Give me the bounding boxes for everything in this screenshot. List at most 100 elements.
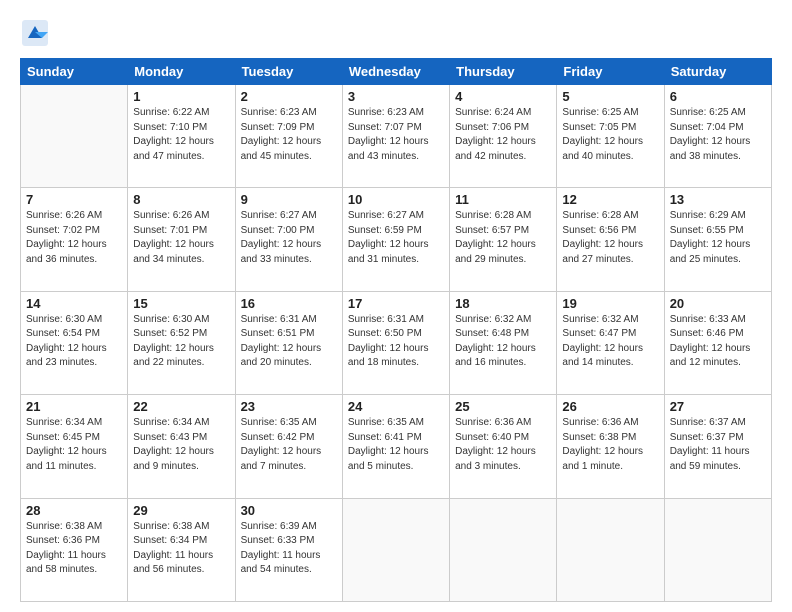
- weekday-thursday: Thursday: [450, 59, 557, 85]
- day-info: Sunrise: 6:32 AM Sunset: 6:47 PM Dayligh…: [562, 313, 658, 371]
- week-row-0: 1 Sunrise: 6:22 AM Sunset: 7:10 PM Daylig…: [21, 85, 772, 188]
- day-cell: 22 Sunrise: 6:34 AM Sunset: 6:43 PM Dayli…: [128, 395, 235, 498]
- day-cell: 2 Sunrise: 6:23 AM Sunset: 7:09 PM Daylig…: [235, 85, 342, 188]
- day-number: 14: [26, 296, 122, 311]
- logo-icon: [20, 18, 50, 48]
- day-cell: 11Sunrise: 6:28 AM Sunset: 6:57 PM Dayli…: [450, 188, 557, 291]
- day-info: Sunrise: 6:28 AM Sunset: 6:56 PM Dayligh…: [562, 209, 658, 267]
- weekday-wednesday: Wednesday: [342, 59, 449, 85]
- day-info: Sunrise: 6:25 AM Sunset: 7:04 PM Dayligh…: [670, 106, 766, 164]
- day-info: Sunrise: 6:34 AM Sunset: 6:43 PM Dayligh…: [133, 416, 229, 474]
- day-cell: 4 Sunrise: 6:24 AM Sunset: 7:06 PM Daylig…: [450, 85, 557, 188]
- day-cell: 8 Sunrise: 6:26 AM Sunset: 7:01 PM Daylig…: [128, 188, 235, 291]
- day-number: 13: [670, 192, 766, 207]
- day-cell: 17 Sunrise: 6:31 AM Sunset: 6:50 PM Dayli…: [342, 291, 449, 394]
- weekday-monday: Monday: [128, 59, 235, 85]
- day-info: Sunrise: 6:35 AM Sunset: 6:41 PM Dayligh…: [348, 416, 444, 474]
- weekday-tuesday: Tuesday: [235, 59, 342, 85]
- week-row-1: 7 Sunrise: 6:26 AM Sunset: 7:02 PM Daylig…: [21, 188, 772, 291]
- week-row-2: 14 Sunrise: 6:30 AM Sunset: 6:54 PM Dayli…: [21, 291, 772, 394]
- day-info: Sunrise: 6:32 AM Sunset: 6:48 PM Dayligh…: [455, 313, 551, 371]
- day-info: Sunrise: 6:34 AM Sunset: 6:45 PM Dayligh…: [26, 416, 122, 474]
- day-number: 30: [241, 503, 337, 518]
- day-cell: 14 Sunrise: 6:30 AM Sunset: 6:54 PM Dayli…: [21, 291, 128, 394]
- weekday-header-row: SundayMondayTuesdayWednesdayThursdayFrid…: [21, 59, 772, 85]
- day-info: Sunrise: 6:36 AM Sunset: 6:40 PM Dayligh…: [455, 416, 551, 474]
- day-number: 16: [241, 296, 337, 311]
- day-cell: [664, 498, 771, 601]
- day-cell: [557, 498, 664, 601]
- weekday-friday: Friday: [557, 59, 664, 85]
- day-info: Sunrise: 6:24 AM Sunset: 7:06 PM Dayligh…: [455, 106, 551, 164]
- day-info: Sunrise: 6:26 AM Sunset: 7:01 PM Dayligh…: [133, 209, 229, 267]
- day-info: Sunrise: 6:29 AM Sunset: 6:55 PM Dayligh…: [670, 209, 766, 267]
- day-cell: [342, 498, 449, 601]
- day-cell: 20Sunrise: 6:33 AM Sunset: 6:46 PM Dayli…: [664, 291, 771, 394]
- day-cell: 3Sunrise: 6:23 AM Sunset: 7:07 PM Daylig…: [342, 85, 449, 188]
- day-number: 8: [133, 192, 229, 207]
- day-info: Sunrise: 6:38 AM Sunset: 6:34 PM Dayligh…: [133, 520, 229, 578]
- day-number: 9: [241, 192, 337, 207]
- day-info: Sunrise: 6:37 AM Sunset: 6:37 PM Dayligh…: [670, 416, 766, 474]
- day-info: Sunrise: 6:36 AM Sunset: 6:38 PM Dayligh…: [562, 416, 658, 474]
- day-number: 21: [26, 399, 122, 414]
- header: [20, 18, 772, 48]
- day-number: 19: [562, 296, 658, 311]
- day-number: 10: [348, 192, 444, 207]
- day-number: 11: [455, 192, 551, 207]
- day-number: 25: [455, 399, 551, 414]
- day-info: Sunrise: 6:26 AM Sunset: 7:02 PM Dayligh…: [26, 209, 122, 267]
- day-number: 26: [562, 399, 658, 414]
- day-cell: 19 Sunrise: 6:32 AM Sunset: 6:47 PM Dayli…: [557, 291, 664, 394]
- day-cell: 27Sunrise: 6:37 AM Sunset: 6:37 PM Dayli…: [664, 395, 771, 498]
- day-number: 12: [562, 192, 658, 207]
- week-row-4: 28Sunrise: 6:38 AM Sunset: 6:36 PM Dayli…: [21, 498, 772, 601]
- day-number: 7: [26, 192, 122, 207]
- day-cell: 13 Sunrise: 6:29 AM Sunset: 6:55 PM Dayli…: [664, 188, 771, 291]
- day-number: 3: [348, 89, 444, 104]
- day-number: 1: [133, 89, 229, 104]
- day-cell: [21, 85, 128, 188]
- logo: [20, 18, 56, 48]
- day-number: 4: [455, 89, 551, 104]
- day-number: 22: [133, 399, 229, 414]
- day-number: 17: [348, 296, 444, 311]
- day-cell: 24 Sunrise: 6:35 AM Sunset: 6:41 PM Dayli…: [342, 395, 449, 498]
- day-cell: 12 Sunrise: 6:28 AM Sunset: 6:56 PM Dayli…: [557, 188, 664, 291]
- day-cell: 18 Sunrise: 6:32 AM Sunset: 6:48 PM Dayli…: [450, 291, 557, 394]
- day-info: Sunrise: 6:27 AM Sunset: 6:59 PM Dayligh…: [348, 209, 444, 267]
- day-number: 24: [348, 399, 444, 414]
- day-number: 20: [670, 296, 766, 311]
- day-cell: 23 Sunrise: 6:35 AM Sunset: 6:42 PM Dayli…: [235, 395, 342, 498]
- day-cell: 5Sunrise: 6:25 AM Sunset: 7:05 PM Daylig…: [557, 85, 664, 188]
- day-info: Sunrise: 6:31 AM Sunset: 6:51 PM Dayligh…: [241, 313, 337, 371]
- day-cell: [450, 498, 557, 601]
- day-cell: 28Sunrise: 6:38 AM Sunset: 6:36 PM Dayli…: [21, 498, 128, 601]
- day-cell: 15Sunrise: 6:30 AM Sunset: 6:52 PM Dayli…: [128, 291, 235, 394]
- day-cell: 30 Sunrise: 6:39 AM Sunset: 6:33 PM Dayli…: [235, 498, 342, 601]
- day-info: Sunrise: 6:35 AM Sunset: 6:42 PM Dayligh…: [241, 416, 337, 474]
- day-cell: 9Sunrise: 6:27 AM Sunset: 7:00 PM Daylig…: [235, 188, 342, 291]
- day-info: Sunrise: 6:39 AM Sunset: 6:33 PM Dayligh…: [241, 520, 337, 578]
- day-number: 18: [455, 296, 551, 311]
- day-info: Sunrise: 6:31 AM Sunset: 6:50 PM Dayligh…: [348, 313, 444, 371]
- day-info: Sunrise: 6:30 AM Sunset: 6:54 PM Dayligh…: [26, 313, 122, 371]
- day-info: Sunrise: 6:23 AM Sunset: 7:09 PM Dayligh…: [241, 106, 337, 164]
- weekday-saturday: Saturday: [664, 59, 771, 85]
- day-cell: 7 Sunrise: 6:26 AM Sunset: 7:02 PM Daylig…: [21, 188, 128, 291]
- day-number: 2: [241, 89, 337, 104]
- day-cell: 16 Sunrise: 6:31 AM Sunset: 6:51 PM Dayli…: [235, 291, 342, 394]
- day-number: 6: [670, 89, 766, 104]
- day-number: 29: [133, 503, 229, 518]
- day-cell: 1 Sunrise: 6:22 AM Sunset: 7:10 PM Daylig…: [128, 85, 235, 188]
- day-number: 5: [562, 89, 658, 104]
- day-cell: 29 Sunrise: 6:38 AM Sunset: 6:34 PM Dayli…: [128, 498, 235, 601]
- day-cell: 10 Sunrise: 6:27 AM Sunset: 6:59 PM Dayli…: [342, 188, 449, 291]
- day-cell: 6 Sunrise: 6:25 AM Sunset: 7:04 PM Daylig…: [664, 85, 771, 188]
- calendar-table: SundayMondayTuesdayWednesdayThursdayFrid…: [20, 58, 772, 602]
- day-info: Sunrise: 6:22 AM Sunset: 7:10 PM Dayligh…: [133, 106, 229, 164]
- day-number: 23: [241, 399, 337, 414]
- day-info: Sunrise: 6:30 AM Sunset: 6:52 PM Dayligh…: [133, 313, 229, 371]
- day-cell: 25 Sunrise: 6:36 AM Sunset: 6:40 PM Dayli…: [450, 395, 557, 498]
- day-number: 28: [26, 503, 122, 518]
